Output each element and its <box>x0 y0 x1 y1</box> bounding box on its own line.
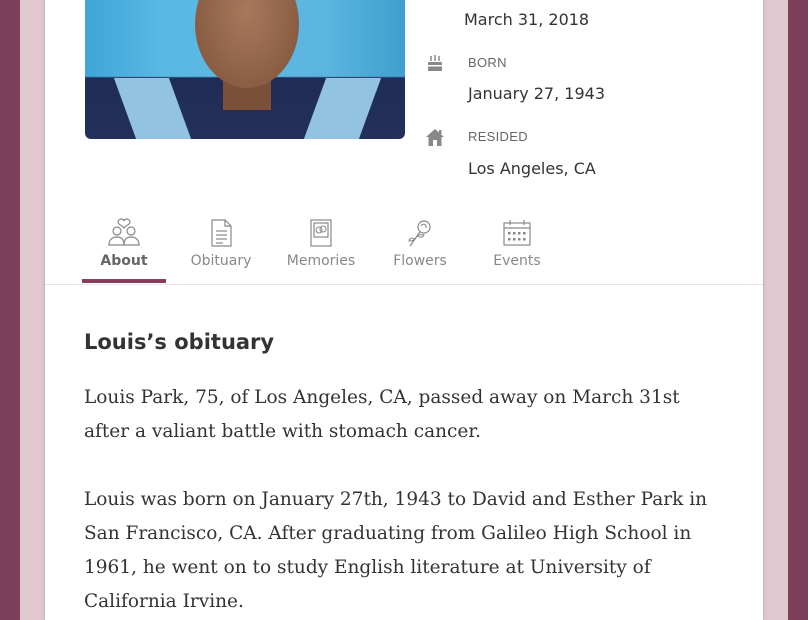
house-icon <box>426 129 444 146</box>
obituary-paragraph: Louis Park, 75, of Los Angeles, CA, pass… <box>84 387 680 442</box>
tab-memories-label: Memories <box>286 253 356 269</box>
resided-place: Los Angeles, CA <box>468 159 596 178</box>
rose-icon <box>408 220 431 247</box>
tab-events[interactable]: Events <box>472 214 562 284</box>
birthday-cake-icon <box>427 55 443 71</box>
tab-memories[interactable]: Memories <box>276 214 366 284</box>
born-label: BORN <box>468 55 507 70</box>
tab-bar: About Obituary Memories Flowers Events <box>45 214 763 285</box>
tab-about[interactable]: About <box>79 214 169 284</box>
portrait-photo <box>85 0 405 139</box>
born-date: January 27, 1943 <box>468 84 605 103</box>
obituary-paragraph: Louis was born on January 27th, 1943 to … <box>84 489 708 612</box>
active-tab-indicator <box>82 279 166 283</box>
resided-label: RESIDED <box>468 129 528 144</box>
tab-flowers-label: Flowers <box>393 253 447 269</box>
tab-flowers[interactable]: Flowers <box>375 214 465 284</box>
obituary-heading: Louis’s obituary <box>84 330 275 354</box>
tab-about-label: About <box>100 253 148 269</box>
people-heart-icon <box>108 218 140 246</box>
tab-events-label: Events <box>493 253 541 269</box>
photo-frame-icon <box>310 219 332 247</box>
document-icon <box>211 219 232 247</box>
passed-date: March 31, 2018 <box>464 10 590 29</box>
calendar-icon <box>503 220 531 246</box>
tab-obituary[interactable]: Obituary <box>176 214 266 284</box>
tab-obituary-label: Obituary <box>190 253 252 269</box>
